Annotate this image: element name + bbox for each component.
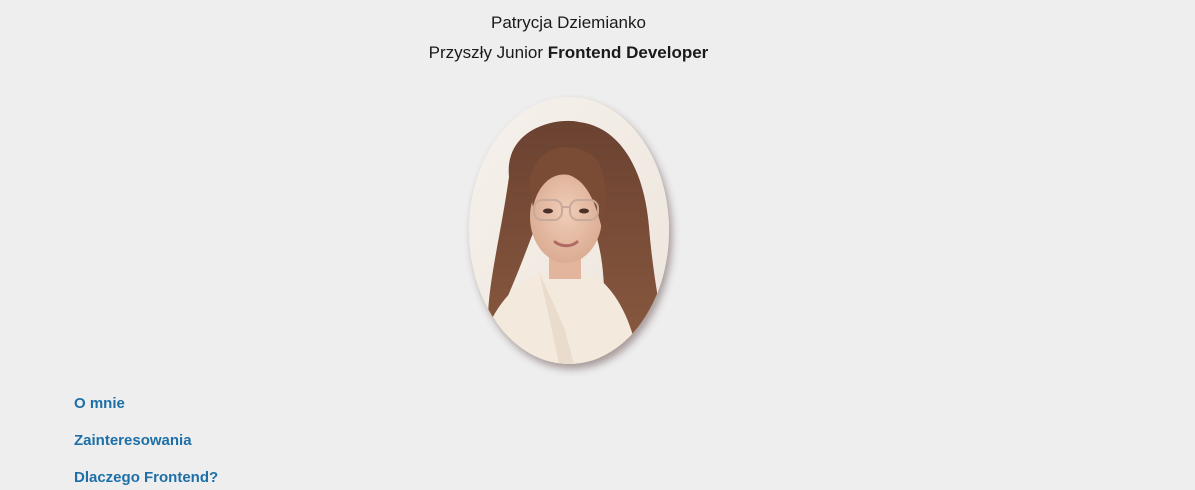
profile-photo bbox=[469, 97, 669, 364]
nav-item-dlaczego-frontend: Dlaczego Frontend? bbox=[74, 468, 218, 490]
section-nav: O mnie Zainteresowania Dlaczego Frontend… bbox=[74, 394, 218, 490]
page-header: Patrycja Dziemianko Przyszły Junior Fron… bbox=[0, 11, 1137, 65]
nav-link-o-mnie[interactable]: O mnie bbox=[74, 395, 125, 412]
subtitle-role: Frontend Developer bbox=[547, 43, 709, 62]
nav-link-zainteresowania[interactable]: Zainteresowania bbox=[74, 432, 192, 449]
author-name: Patrycja Dziemianko bbox=[491, 13, 646, 32]
subtitle-prefix: Przyszły Junior bbox=[428, 43, 543, 62]
nav-link-dlaczego-frontend[interactable]: Dlaczego Frontend? bbox=[74, 469, 218, 486]
author-subtitle: Przyszły Junior Frontend Developer bbox=[0, 41, 1137, 65]
page: Patrycja Dziemianko Przyszły Junior Fron… bbox=[0, 0, 1195, 490]
nav-item-zainteresowania: Zainteresowania bbox=[74, 431, 218, 468]
nav-item-o-mnie: O mnie bbox=[74, 394, 218, 431]
